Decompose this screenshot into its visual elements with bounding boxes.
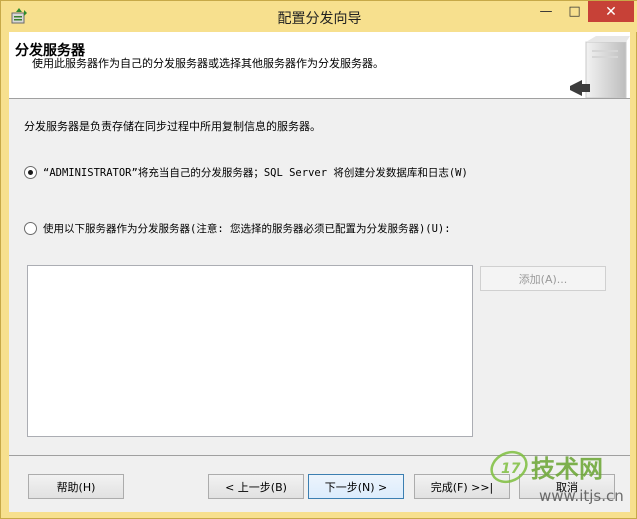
option-self-distributor[interactable]: “ADMINISTRATOR”将充当自己的分发服务器；SQL Server 将创…: [24, 165, 468, 180]
maximize-button[interactable]: □: [561, 1, 588, 22]
wizard-window: 配置分发向导 — □ ✕ 分发服务器 使用此服务器作为自己的分发服务器或选择其他…: [0, 0, 637, 519]
add-server-button[interactable]: 添加(A)...: [480, 266, 606, 291]
close-button[interactable]: ✕: [588, 1, 634, 22]
previous-button[interactable]: < 上一步(B): [208, 474, 304, 499]
wizard-footer: 帮助(H) < 上一步(B) 下一步(N) > 完成(F) >>| 取消: [9, 455, 630, 512]
wizard-header: 分发服务器 使用此服务器作为自己的分发服务器或选择其他服务器作为分发服务器。: [9, 32, 630, 99]
page-subtitle: 使用此服务器作为自己的分发服务器或选择其他服务器作为分发服务器。: [32, 57, 384, 70]
other-distributor-radio[interactable]: [24, 222, 37, 235]
server-graphic-icon: [570, 36, 630, 98]
help-button[interactable]: 帮助(H): [28, 474, 124, 499]
self-distributor-radio[interactable]: [24, 166, 37, 179]
next-button[interactable]: 下一步(N) >: [308, 474, 404, 499]
wizard-client-area: 分发服务器 使用此服务器作为自己的分发服务器或选择其他服务器作为分发服务器。 分…: [9, 32, 630, 512]
minimize-button[interactable]: —: [531, 1, 561, 22]
finish-button[interactable]: 完成(F) >>|: [414, 474, 510, 499]
distributor-server-list[interactable]: [27, 265, 473, 437]
cancel-button[interactable]: 取消: [519, 474, 615, 499]
self-distributor-label: “ADMINISTRATOR”将充当自己的分发服务器；SQL Server 将创…: [43, 167, 468, 179]
title-bar[interactable]: 配置分发向导 — □ ✕: [1, 1, 637, 32]
distributor-description: 分发服务器是负责存储在同步过程中所用复制信息的服务器。: [24, 120, 321, 133]
option-other-distributor[interactable]: 使用以下服务器作为分发服务器(注意: 您选择的服务器必须已配置为分发服务器)(U…: [24, 221, 451, 236]
other-distributor-label: 使用以下服务器作为分发服务器(注意: 您选择的服务器必须已配置为分发服务器)(U…: [43, 223, 451, 235]
